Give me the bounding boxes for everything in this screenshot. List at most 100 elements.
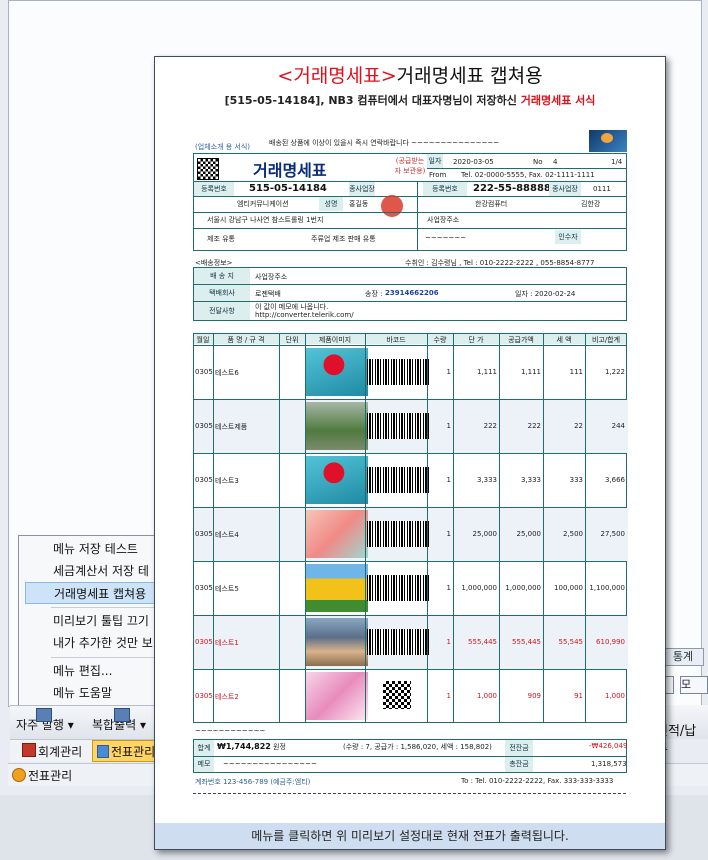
cell-supply: 1,000,000 (505, 584, 541, 592)
column-divider (499, 333, 500, 723)
buyer-address: 사업장주소 (427, 216, 460, 224)
supplier-company: 엠티커뮤니케이션 (237, 200, 289, 208)
subtitle-part2: 님이 저장하신 (452, 94, 521, 107)
statement-preview-popup: <거래명세표>거래명세표 캡쳐용 [515-05-14184], NB3 컴퓨터… (154, 56, 666, 850)
product-image (306, 510, 368, 558)
cell-supply: 25,000 (516, 530, 542, 538)
subtitle-form: 거래명세표 서식 (520, 94, 596, 107)
cell-price: 1,000,000 (461, 584, 497, 592)
context-menu: 메뉴 저장 테스트 세금계산서 저장 테 거래명세표 캡쳐용 미리보기 툴팁 끄… (18, 535, 160, 707)
jellyfish-image (589, 130, 627, 152)
accounting-icon (22, 743, 36, 757)
cell-name: 테스트4 (215, 531, 239, 539)
tracking-number: 23914662206 (385, 289, 439, 297)
menu-item-tooltip-off[interactable]: 미리보기 툴팁 끄기 (25, 610, 159, 632)
cell-total: 1,222 (604, 368, 625, 376)
column-divider (305, 333, 306, 723)
ship-date: 일자 : 2020-02-24 (515, 290, 576, 298)
cell-supply: 1,111 (520, 368, 541, 376)
cell-qty: 1 (446, 692, 451, 700)
cell-date: 0305 (195, 422, 213, 430)
menu-separator (51, 657, 157, 658)
cell-date: 0305 (195, 368, 213, 376)
column-divider (543, 333, 544, 723)
cell-qty: 1 (446, 638, 451, 646)
supplier-branch-label: 종사업장 (349, 182, 375, 196)
cell-name: 테스트5 (215, 585, 239, 593)
no-label: No (533, 158, 543, 166)
cell-supply: 222 (527, 422, 541, 430)
top-notice: 배송된 상품에 이상이 있을시 즉시 연락바랍니다 ~~~~~~~~~~~~~~… (269, 139, 500, 147)
sum-amount: ₩1,744,822 (217, 742, 271, 751)
nav-accounting[interactable]: 회계관리 (38, 743, 82, 760)
balance-label: 총잔금 (505, 757, 533, 772)
qr-code-icon (197, 158, 219, 180)
supplier-business-type: 제조 유통 (207, 235, 235, 243)
message: 이 값이 메모에 나옵니다. http://converter.telerik.… (255, 303, 354, 319)
right-toolbar-combo[interactable]: 모 (680, 676, 708, 694)
product-image (306, 456, 368, 504)
column-header: 월일 (196, 336, 210, 344)
frequent-issue-button[interactable]: 자주 발행 ▾ (14, 708, 74, 736)
divider (417, 181, 418, 251)
buyer-branch: 0111 (593, 185, 611, 193)
column-divider (585, 333, 586, 723)
menu-item-save-test[interactable]: 메뉴 저장 테스트 (25, 538, 159, 560)
cell-price: 25,000 (472, 530, 498, 538)
cell-tax: 55,545 (558, 638, 584, 646)
cut-line (193, 793, 627, 794)
cell-date: 0305 (195, 530, 213, 538)
column-divider (279, 333, 280, 723)
column-header: 품 명 / 규 격 (227, 336, 265, 344)
cell-price: 1,111 (476, 368, 497, 376)
cell-date: 0305 (195, 476, 213, 484)
column-header: 단 가 (468, 336, 484, 344)
menu-item-statement-capture[interactable]: 거래명세표 캡쳐용 (25, 582, 159, 604)
cell-supply: 555,445 (512, 638, 541, 646)
menu-item-tax-invoice[interactable]: 세금계산서 저장 테 (25, 560, 159, 582)
supplier-name: 홍길동 (349, 200, 369, 208)
popup-title: <거래명세표>거래명세표 캡쳐용 (155, 61, 665, 88)
cell-supply: 3,333 (520, 476, 541, 484)
memo: ~~~~~~~~~~~~~~~~ (223, 760, 317, 768)
nav-voucher-tab[interactable]: 전표관리 (92, 740, 162, 762)
subtitle-part1: [515-05-14184], NB3 컴퓨터에서 (224, 94, 412, 107)
cell-total: 1,000 (604, 692, 625, 700)
sum-label: 합계 (194, 740, 214, 756)
product-image (306, 348, 368, 396)
print-icon (114, 708, 130, 722)
balance: 1,318,573 (591, 760, 627, 768)
menu-item-edit[interactable]: 메뉴 편집... (25, 660, 159, 682)
memo-label: 메모 (194, 757, 214, 772)
cell-qty: 1 (446, 476, 451, 484)
cell-price: 3,333 (476, 476, 497, 484)
barcode-icon (367, 467, 429, 493)
qr-code-icon (383, 681, 411, 709)
delivery-dest: 사업장주소 (255, 273, 288, 281)
status-voucher-label: 전표관리 (28, 769, 73, 783)
divider (193, 284, 627, 285)
row-divider (193, 345, 627, 346)
title-tag: <거래명세표> (277, 65, 397, 87)
column-divider (365, 333, 366, 723)
menu-item-my-items[interactable]: 내가 추가한 것만 보 (25, 632, 159, 654)
tab-statistics[interactable]: 통계 (662, 648, 704, 666)
cell-date: 0305 (195, 584, 213, 592)
cell-total: 1,100,000 (589, 584, 625, 592)
subtitle-name: 대표자명 (411, 94, 453, 107)
cell-price: 222 (483, 422, 497, 430)
buyer-name: 김한강 (581, 200, 601, 208)
barcode-icon (367, 575, 429, 601)
account-note: 계좌번호 123-456-789 (예금주:엠티) (195, 778, 311, 786)
composite-print-button[interactable]: 복합출력 ▾ (90, 708, 146, 736)
divider (193, 756, 627, 757)
cell-total: 244 (611, 422, 625, 430)
menu-item-help[interactable]: 메뉴 도움말 (25, 682, 159, 704)
divider (193, 196, 627, 197)
column-header: 비고/합계 (591, 336, 621, 344)
document-icon (36, 708, 52, 722)
column-divider (427, 333, 428, 723)
row-divider (193, 453, 627, 454)
date-label: 일자 (427, 154, 443, 168)
cell-qty: 1 (446, 530, 451, 538)
